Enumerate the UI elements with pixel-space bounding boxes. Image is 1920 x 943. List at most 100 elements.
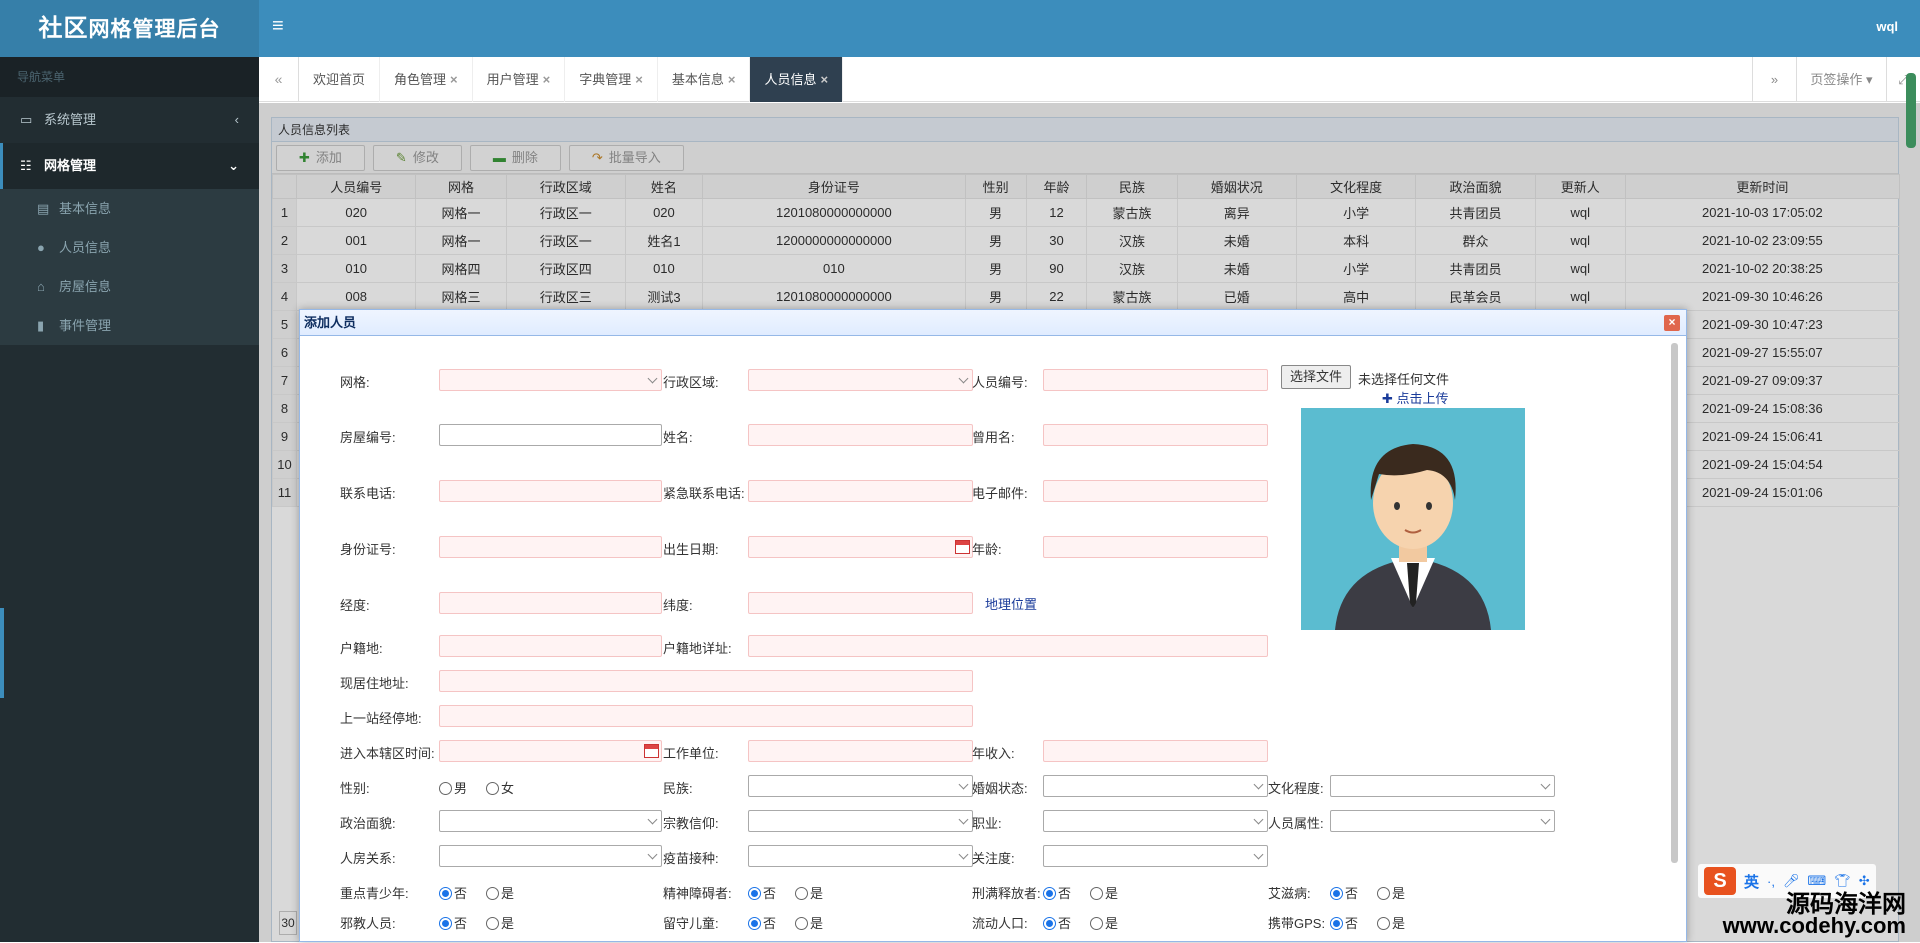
radio-icon[interactable] [439,917,452,930]
tab-basic[interactable]: 基本信息 × [658,57,751,102]
radio-icon[interactable] [1043,917,1056,930]
aids-no-radio[interactable]: 否 [1330,883,1358,902]
attr-select[interactable] [1330,810,1555,832]
marital-select[interactable] [1043,775,1268,797]
radio-icon[interactable] [1090,917,1103,930]
close-icon[interactable]: × [635,72,643,87]
radio-icon[interactable] [748,917,761,930]
gender-male-radio[interactable]: 男 [439,778,467,797]
tab-scroll-left-icon[interactable]: « [259,57,299,102]
released-no-radio[interactable]: 否 [1043,883,1071,902]
youth-yes-radio[interactable]: 是 [486,883,514,902]
sidebar-subitem-basic[interactable]: ▤ 基本信息 [0,189,259,228]
email-input[interactable] [1043,480,1268,502]
enter-time-input[interactable] [439,740,662,762]
radio-icon[interactable] [1330,917,1343,930]
alias-input[interactable] [1043,424,1268,446]
house-no-input[interactable] [439,424,662,446]
radio-icon[interactable] [795,917,808,930]
floating-yes-radio[interactable]: 是 [1090,913,1118,932]
sidebar-item-system[interactable]: ▭ 系统管理 ‹ [0,97,259,143]
id-no-input[interactable] [439,536,662,558]
mental-no-radio[interactable]: 否 [748,883,776,902]
radio-icon[interactable] [1377,887,1390,900]
nation-select[interactable] [748,775,973,797]
sidebar-item-grid[interactable]: ☷ 网格管理 ⌄ [0,143,259,189]
person-no-input[interactable] [1043,369,1268,391]
phone-input[interactable] [439,480,662,502]
radio-icon[interactable] [486,887,499,900]
name-input[interactable] [748,424,973,446]
calendar-icon[interactable] [955,540,970,554]
vaccine-select[interactable] [748,845,973,867]
political-select[interactable] [439,810,662,832]
radio-icon[interactable] [795,887,808,900]
tab-person[interactable]: 人员信息 × [750,57,844,102]
cult-no-radio[interactable]: 否 [439,913,467,932]
tab-dict[interactable]: 字典管理 × [565,57,658,102]
last-stop-input[interactable] [439,705,973,727]
sidebar-subitem-person[interactable]: ● 人员信息 [0,228,259,267]
religion-select[interactable] [748,810,973,832]
radio-icon[interactable] [748,887,761,900]
tab-welcome[interactable]: 欢迎首页 [299,57,381,102]
region-select[interactable] [748,369,973,391]
page-scrollbar[interactable] [1906,73,1916,148]
sidebar-scroll-indicator[interactable] [0,608,4,698]
close-icon[interactable]: × [728,72,736,87]
age-input[interactable] [1043,536,1268,558]
close-icon[interactable]: × [543,72,551,87]
gps-yes-radio[interactable]: 是 [1377,913,1405,932]
radio-icon[interactable] [1090,887,1103,900]
calendar-icon[interactable] [644,744,659,758]
tab-actions-dropdown[interactable]: 页签操作 ▾ [1796,57,1886,102]
choose-file-button[interactable]: 选择文件 [1281,365,1352,389]
job-select[interactable] [1043,810,1268,832]
work-input[interactable] [748,740,973,762]
lat-input[interactable] [748,592,973,614]
aids-yes-radio[interactable]: 是 [1377,883,1405,902]
ime-lang[interactable]: 英 [1744,871,1759,892]
grid-select[interactable] [439,369,662,391]
huji-detail-input[interactable] [748,635,1268,657]
tab-scroll-right-icon[interactable]: » [1752,57,1796,102]
radio-icon[interactable] [1377,917,1390,930]
sidebar-subitem-house[interactable]: ⌂ 房屋信息 [0,267,259,306]
close-icon[interactable]: × [1664,315,1680,331]
huji-input[interactable] [439,635,662,657]
radio-icon[interactable] [1330,887,1343,900]
gender-female-radio[interactable]: 女 [486,778,514,797]
upload-link[interactable]: ✚ 点击上传 [1382,388,1449,407]
left-child-yes-radio[interactable]: 是 [795,913,823,932]
geo-location-link[interactable]: 地理位置 [985,594,1037,613]
floating-no-radio[interactable]: 否 [1043,913,1071,932]
birth-date-input[interactable] [748,536,973,558]
close-icon[interactable]: × [820,72,828,87]
released-yes-radio[interactable]: 是 [1090,883,1118,902]
ime-punct-icon[interactable]: ·, [1767,874,1775,889]
lng-input[interactable] [439,592,662,614]
user-menu[interactable]: wql [1876,19,1898,34]
radio-icon[interactable] [1043,887,1056,900]
cult-yes-radio[interactable]: 是 [486,913,514,932]
app-logo[interactable]: 社区网格管理后台 [0,0,259,57]
youth-no-radio[interactable]: 否 [439,883,467,902]
radio-icon[interactable] [439,887,452,900]
sidebar-subitem-event[interactable]: ▮ 事件管理 [0,306,259,345]
gps-no-radio[interactable]: 否 [1330,913,1358,932]
emergency-phone-input[interactable] [748,480,973,502]
tab-role[interactable]: 角色管理 × [380,57,473,102]
sidebar-toggle-icon[interactable]: ≡ [272,15,284,38]
education-select[interactable] [1330,775,1555,797]
income-input[interactable] [1043,740,1268,762]
current-addr-input[interactable] [439,670,973,692]
left-child-no-radio[interactable]: 否 [748,913,776,932]
radio-icon[interactable] [486,917,499,930]
radio-icon[interactable] [486,782,499,795]
relation-select[interactable] [439,845,662,867]
dialog-scrollbar[interactable] [1671,343,1678,863]
radio-icon[interactable] [439,782,452,795]
mental-yes-radio[interactable]: 是 [795,883,823,902]
close-icon[interactable]: × [450,72,458,87]
tab-user[interactable]: 用户管理 × [473,57,566,102]
